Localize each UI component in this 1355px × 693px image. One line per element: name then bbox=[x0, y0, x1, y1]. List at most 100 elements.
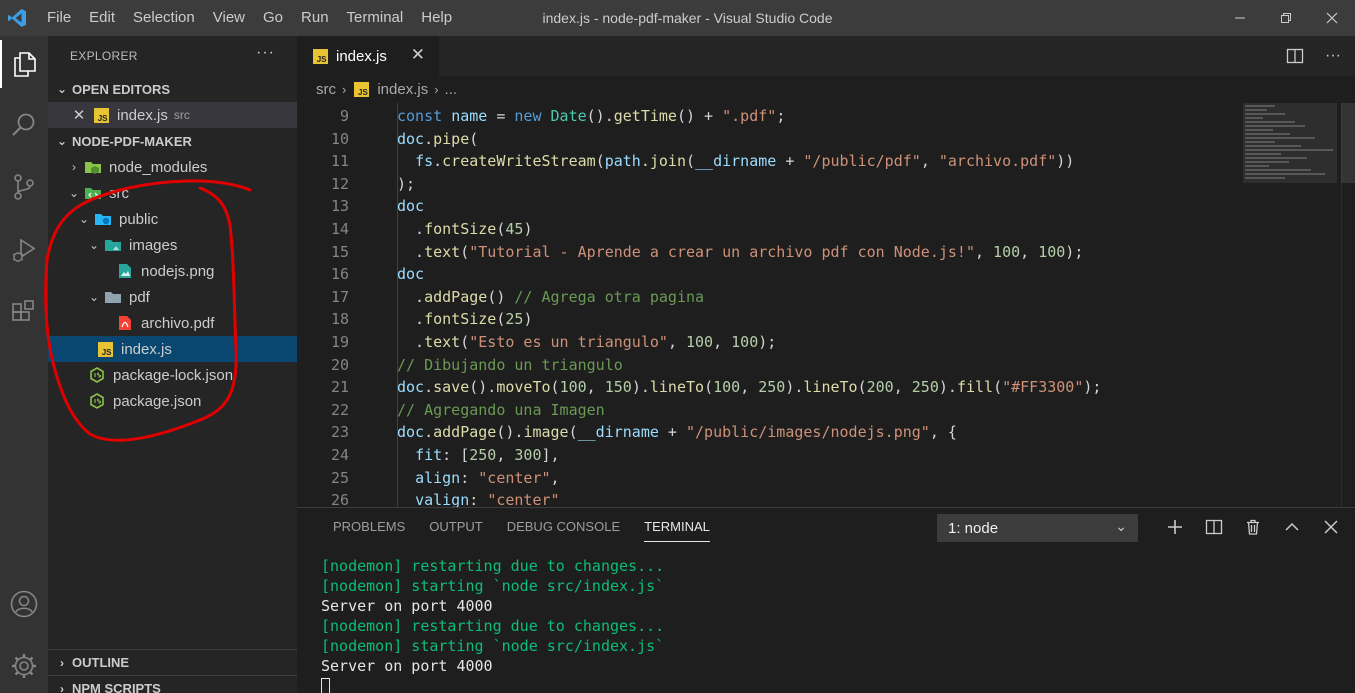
open-editor-item[interactable]: ✕ JS index.js src bbox=[48, 102, 297, 128]
code-line[interactable]: 25 align: "center", bbox=[297, 467, 1237, 490]
run-debug-button[interactable] bbox=[0, 226, 48, 274]
tree-item-node-modules[interactable]: › node_modules bbox=[48, 154, 297, 180]
code-line[interactable]: 23 doc.addPage().image(__dirname + "/publ… bbox=[297, 421, 1237, 444]
code-line[interactable]: 17 .addPage() // Agrega otra pagina bbox=[297, 286, 1237, 309]
terminal-cursor bbox=[321, 676, 664, 693]
breadcrumb-file[interactable]: index.js bbox=[377, 81, 428, 98]
line-number: 24 bbox=[330, 446, 349, 464]
code-editor[interactable]: 9 const name = new Date().getTime() + ".p… bbox=[297, 103, 1355, 507]
files-icon bbox=[14, 52, 36, 77]
code-line[interactable]: 22 // Agregando una Imagen bbox=[297, 399, 1237, 422]
code-line[interactable]: 14 .fontSize(45) bbox=[297, 218, 1237, 241]
source-control-button[interactable] bbox=[0, 163, 48, 211]
explorer-button[interactable] bbox=[0, 40, 48, 88]
vscode-logo-icon bbox=[2, 0, 32, 36]
open-editors-section[interactable]: ⌄ OPEN EDITORS bbox=[48, 76, 297, 102]
minimap-viewport[interactable] bbox=[1243, 103, 1337, 183]
code-text: doc.save().moveTo(100, 150).lineTo(100, … bbox=[397, 378, 1102, 397]
code-text: .fontSize(25) bbox=[397, 310, 533, 329]
code-line[interactable]: 21 doc.save().moveTo(100, 150).lineTo(100… bbox=[297, 376, 1237, 399]
tree-item-src[interactable]: ⌄ src bbox=[48, 180, 297, 206]
accounts-button[interactable] bbox=[0, 580, 48, 628]
close-window-button[interactable] bbox=[1309, 0, 1355, 36]
breadcrumb: src › JS index.js › ... bbox=[297, 76, 1355, 103]
tree-item-public[interactable]: ⌄ public bbox=[48, 206, 297, 232]
line-number: 12 bbox=[330, 174, 349, 193]
minimize-button[interactable] bbox=[1217, 0, 1263, 36]
code-line[interactable]: 12); bbox=[297, 173, 1237, 196]
account-icon bbox=[10, 590, 38, 618]
line-number: 19 bbox=[330, 333, 349, 351]
tree-item-archivo-pdf[interactable]: archivo.pdf bbox=[48, 310, 297, 336]
more-actions-button[interactable]: ··· bbox=[1317, 36, 1349, 76]
close-tab-icon[interactable]: ✕ bbox=[411, 45, 425, 65]
npm-scripts-section[interactable]: › NPM SCRIPTS bbox=[48, 675, 297, 693]
menu-go[interactable]: Go bbox=[254, 0, 292, 36]
code-line[interactable]: 11 fs.createWriteStream(path.join(__dirn… bbox=[297, 150, 1237, 173]
new-terminal-button[interactable] bbox=[1155, 508, 1194, 546]
tree-item-package-json[interactable]: package.json bbox=[48, 388, 297, 414]
terminal-output[interactable]: [nodemon] restarting due to changes... [n… bbox=[321, 556, 664, 693]
tree-item-pdf[interactable]: ⌄ pdf bbox=[48, 284, 297, 310]
close-panel-button[interactable] bbox=[1311, 508, 1350, 546]
outline-section[interactable]: › OUTLINE bbox=[48, 649, 297, 675]
code-line[interactable]: 18 .fontSize(25) bbox=[297, 308, 1237, 331]
terminal-select[interactable]: 1: node ⌄ bbox=[937, 514, 1138, 542]
tree-item-package-lock[interactable]: package-lock.json bbox=[48, 362, 297, 388]
menu-view[interactable]: View bbox=[204, 0, 254, 36]
tab-terminal[interactable]: TERMINAL bbox=[632, 508, 722, 546]
tree-item-nodejs-png[interactable]: nodejs.png bbox=[48, 258, 297, 284]
breadcrumb-src[interactable]: src bbox=[316, 81, 336, 98]
code-line[interactable]: 15 .text("Tutorial - Aprende a crear un … bbox=[297, 241, 1237, 264]
terminal-line: [nodemon] restarting due to changes... bbox=[321, 617, 665, 635]
code-line[interactable]: 13 doc bbox=[297, 195, 1237, 218]
code-text: // Agregando una Imagen bbox=[397, 400, 605, 419]
more-actions-icon[interactable]: ··· bbox=[256, 44, 275, 62]
code-line[interactable]: 10 doc.pipe( bbox=[297, 128, 1237, 151]
tree-item-images[interactable]: ⌄ images bbox=[48, 232, 297, 258]
code-line[interactable]: 16 doc bbox=[297, 263, 1237, 286]
manage-button[interactable] bbox=[0, 642, 48, 690]
tab-output[interactable]: OUTPUT bbox=[417, 508, 494, 546]
code-line[interactable]: 24 fit: [250, 300], bbox=[297, 444, 1237, 467]
menu-edit[interactable]: Edit bbox=[80, 0, 124, 36]
project-section[interactable]: ⌄ NODE-PDF-MAKER bbox=[48, 128, 297, 154]
line-number: 23 bbox=[330, 423, 349, 442]
folder-open-icon bbox=[104, 288, 122, 306]
code-text: fs.createWriteStream(path.join(__dirname… bbox=[415, 152, 1075, 171]
code-line[interactable]: 19 .text("Esto es un triangulo", 100, 10… bbox=[297, 331, 1237, 354]
extensions-button[interactable] bbox=[0, 289, 48, 337]
code-line[interactable]: 26 valign: "center" bbox=[297, 489, 1237, 507]
search-button[interactable] bbox=[0, 101, 48, 149]
kill-terminal-button[interactable] bbox=[1233, 508, 1272, 546]
src-folder-icon bbox=[84, 184, 102, 202]
split-editor-button[interactable] bbox=[1279, 36, 1311, 76]
breadcrumb-symbol[interactable]: ... bbox=[445, 81, 458, 98]
more-icon: ··· bbox=[1325, 47, 1341, 64]
minimap[interactable] bbox=[1243, 103, 1337, 183]
scrollbar-thumb[interactable] bbox=[1341, 103, 1355, 183]
code-text: const name = new Date().getTime() + ".pd… bbox=[397, 107, 786, 125]
bottom-panel: PROBLEMS OUTPUT DEBUG CONSOLE TERMINAL 1… bbox=[297, 507, 1355, 693]
maximize-panel-button[interactable] bbox=[1272, 508, 1311, 546]
tab-problems[interactable]: PROBLEMS bbox=[321, 508, 417, 546]
tree-item-index-js[interactable]: JS index.js bbox=[48, 336, 297, 362]
menu-bar: File Edit Selection View Go Run Terminal… bbox=[38, 0, 461, 36]
tab-index-js[interactable]: JS index.js ✕ bbox=[297, 36, 439, 76]
code-line[interactable]: 9 const name = new Date().getTime() + ".p… bbox=[297, 105, 1237, 128]
menu-help[interactable]: Help bbox=[412, 0, 461, 36]
close-icon bbox=[1326, 12, 1338, 24]
restore-button[interactable] bbox=[1263, 0, 1309, 36]
menu-run[interactable]: Run bbox=[292, 0, 338, 36]
menu-file[interactable]: File bbox=[38, 0, 80, 36]
menu-terminal[interactable]: Terminal bbox=[338, 0, 413, 36]
tab-debug-console[interactable]: DEBUG CONSOLE bbox=[495, 508, 632, 546]
plus-icon bbox=[1167, 520, 1182, 534]
line-number: 14 bbox=[330, 220, 349, 238]
editor-scrollbar[interactable] bbox=[1341, 103, 1355, 507]
close-icon[interactable]: ✕ bbox=[70, 106, 88, 124]
menu-selection[interactable]: Selection bbox=[124, 0, 204, 36]
chevron-down-icon: ⌄ bbox=[56, 134, 68, 148]
code-line[interactable]: 20 // Dibujando un triangulo bbox=[297, 354, 1237, 377]
split-terminal-button[interactable] bbox=[1194, 508, 1233, 546]
